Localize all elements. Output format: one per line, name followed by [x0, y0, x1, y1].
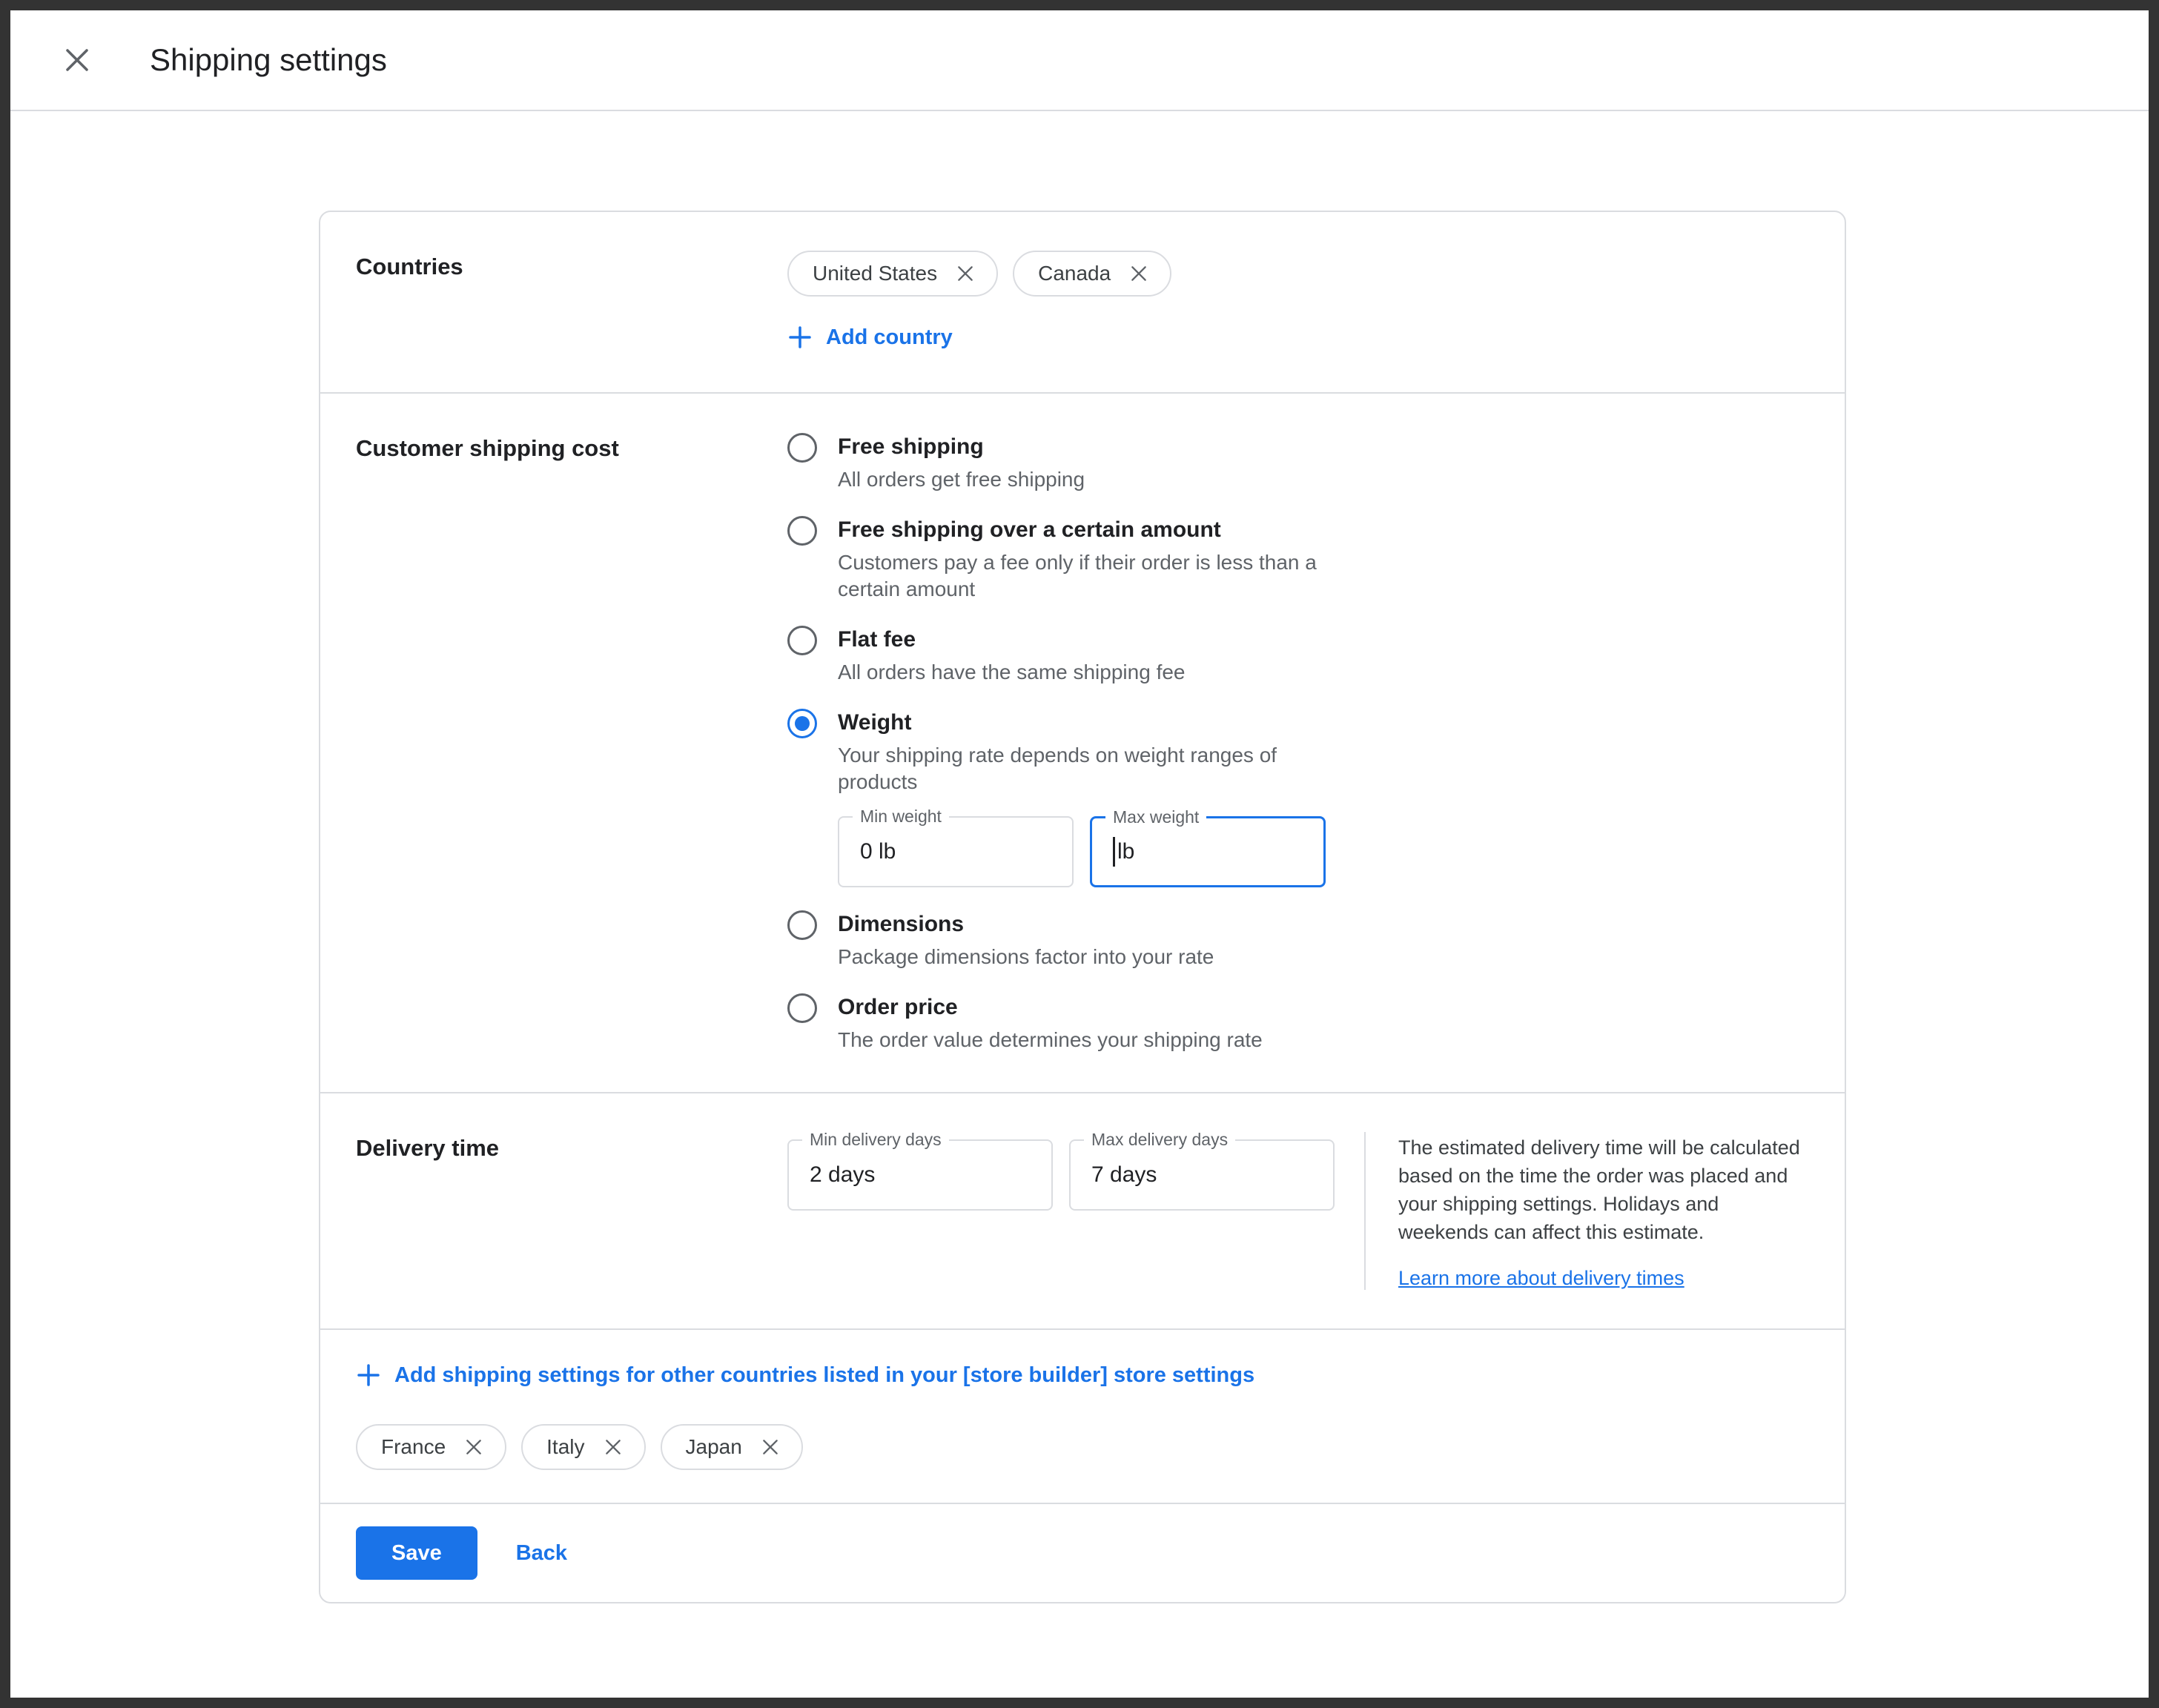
dialog-header: Shipping settings — [10, 10, 2149, 111]
max-weight-value: lb — [1117, 839, 1134, 864]
max-delivery-days-value: 7 days — [1091, 1162, 1157, 1188]
option-description: All orders get free shipping — [838, 466, 1085, 493]
chip-remove-icon[interactable] — [463, 1437, 484, 1457]
other-countries-chip-row: France Italy Japan — [356, 1424, 1809, 1470]
radio-icon — [787, 516, 817, 546]
min-weight-input[interactable]: Min weight 0 lb — [838, 816, 1074, 887]
option-title: Weight — [838, 708, 1327, 738]
close-icon — [62, 44, 93, 76]
min-weight-value: 0 lb — [860, 839, 896, 864]
radio-icon-selected — [787, 709, 817, 738]
option-description: The order value determines your shipping… — [838, 1027, 1263, 1053]
country-chip-label: United States — [813, 262, 937, 285]
min-weight-field-label: Min weight — [853, 807, 949, 827]
radio-option-dimensions[interactable]: Dimensions Package dimensions factor int… — [787, 910, 1809, 970]
min-delivery-days-value: 2 days — [810, 1162, 875, 1188]
country-chip-label: Japan — [686, 1435, 742, 1459]
radio-icon — [787, 626, 817, 655]
country-chip-italy: Italy — [521, 1424, 645, 1470]
text-cursor — [1113, 837, 1115, 867]
country-chip-canada: Canada — [1013, 251, 1171, 297]
save-button[interactable]: Save — [356, 1526, 477, 1580]
max-delivery-days-field-label: Max delivery days — [1084, 1130, 1235, 1150]
plus-icon — [356, 1363, 381, 1388]
option-title: Flat fee — [838, 625, 1186, 655]
delivery-time-section: Delivery time Min delivery days 2 days M… — [320, 1092, 1845, 1328]
delivery-fields-row: Min delivery days 2 days Max delivery da… — [787, 1139, 1335, 1211]
close-button[interactable] — [53, 36, 101, 84]
add-shipping-settings-button[interactable]: Add shipping settings for other countrie… — [356, 1363, 1254, 1388]
min-delivery-days-field-label: Min delivery days — [802, 1130, 949, 1150]
country-chip-label: France — [381, 1435, 446, 1459]
option-title: Free shipping — [838, 432, 1085, 462]
add-country-button[interactable]: Add country — [787, 325, 953, 350]
radio-icon — [787, 993, 817, 1023]
weight-fields-row: Min weight 0 lb Max weight lb — [838, 816, 1327, 887]
delivery-time-label: Delivery time — [356, 1132, 787, 1290]
radio-option-order-price[interactable]: Order price The order value determines y… — [787, 993, 1809, 1053]
min-delivery-days-input[interactable]: Min delivery days 2 days — [787, 1139, 1053, 1211]
radio-option-weight[interactable]: Weight Your shipping rate depends on wei… — [787, 708, 1809, 887]
shipping-settings-card: Countries United States Canada — [319, 211, 1846, 1603]
add-country-label: Add country — [826, 325, 953, 350]
country-chip-japan: Japan — [661, 1424, 803, 1470]
back-button[interactable]: Back — [512, 1540, 572, 1566]
radio-option-free-shipping-over-amount[interactable]: Free shipping over a certain amount Cust… — [787, 515, 1809, 603]
option-title: Dimensions — [838, 910, 1214, 939]
max-delivery-days-input[interactable]: Max delivery days 7 days — [1069, 1139, 1335, 1211]
shipping-cost-options: Free shipping All orders get free shippi… — [787, 432, 1809, 1053]
chip-remove-icon[interactable] — [603, 1437, 624, 1457]
country-chip-united-states: United States — [787, 251, 998, 297]
option-title: Free shipping over a certain amount — [838, 515, 1327, 545]
country-chip-label: Italy — [546, 1435, 584, 1459]
other-countries-section: Add shipping settings for other countrie… — [320, 1328, 1845, 1503]
max-weight-input[interactable]: Max weight lb — [1090, 816, 1326, 887]
delivery-time-note: The estimated delivery time will be calc… — [1398, 1132, 1802, 1246]
chip-remove-icon[interactable] — [955, 263, 976, 284]
shipping-cost-label: Customer shipping cost — [356, 432, 787, 1053]
radio-icon — [787, 433, 817, 463]
vertical-divider — [1364, 1132, 1366, 1290]
option-description: Package dimensions factor into your rate — [838, 944, 1214, 970]
option-description: Customers pay a fee only if their order … — [838, 549, 1327, 603]
plus-icon — [787, 325, 813, 350]
option-description: Your shipping rate depends on weight ran… — [838, 742, 1327, 795]
radio-option-flat-fee[interactable]: Flat fee All orders have the same shippi… — [787, 625, 1809, 686]
shipping-settings-dialog: Shipping settings Countries United State… — [0, 0, 2159, 1708]
chip-remove-icon[interactable] — [760, 1437, 781, 1457]
shipping-cost-section: Customer shipping cost Free shipping All… — [320, 392, 1845, 1092]
countries-label: Countries — [356, 251, 787, 354]
radio-option-free-shipping[interactable]: Free shipping All orders get free shippi… — [787, 432, 1809, 493]
max-weight-field-label: Max weight — [1105, 807, 1206, 827]
countries-chip-row: United States Canada — [787, 251, 1809, 297]
country-chip-label: Canada — [1038, 262, 1111, 285]
radio-icon — [787, 910, 817, 940]
chip-remove-icon[interactable] — [1128, 263, 1149, 284]
delivery-times-learn-more-link[interactable]: Learn more about delivery times — [1398, 1267, 1684, 1290]
country-chip-france: France — [356, 1424, 506, 1470]
countries-section: Countries United States Canada — [320, 212, 1845, 392]
option-title: Order price — [838, 993, 1263, 1022]
page-title: Shipping settings — [150, 42, 387, 78]
footer-actions: Save Back — [320, 1503, 1845, 1602]
add-shipping-settings-label: Add shipping settings for other countrie… — [394, 1363, 1254, 1388]
option-description: All orders have the same shipping fee — [838, 659, 1186, 686]
